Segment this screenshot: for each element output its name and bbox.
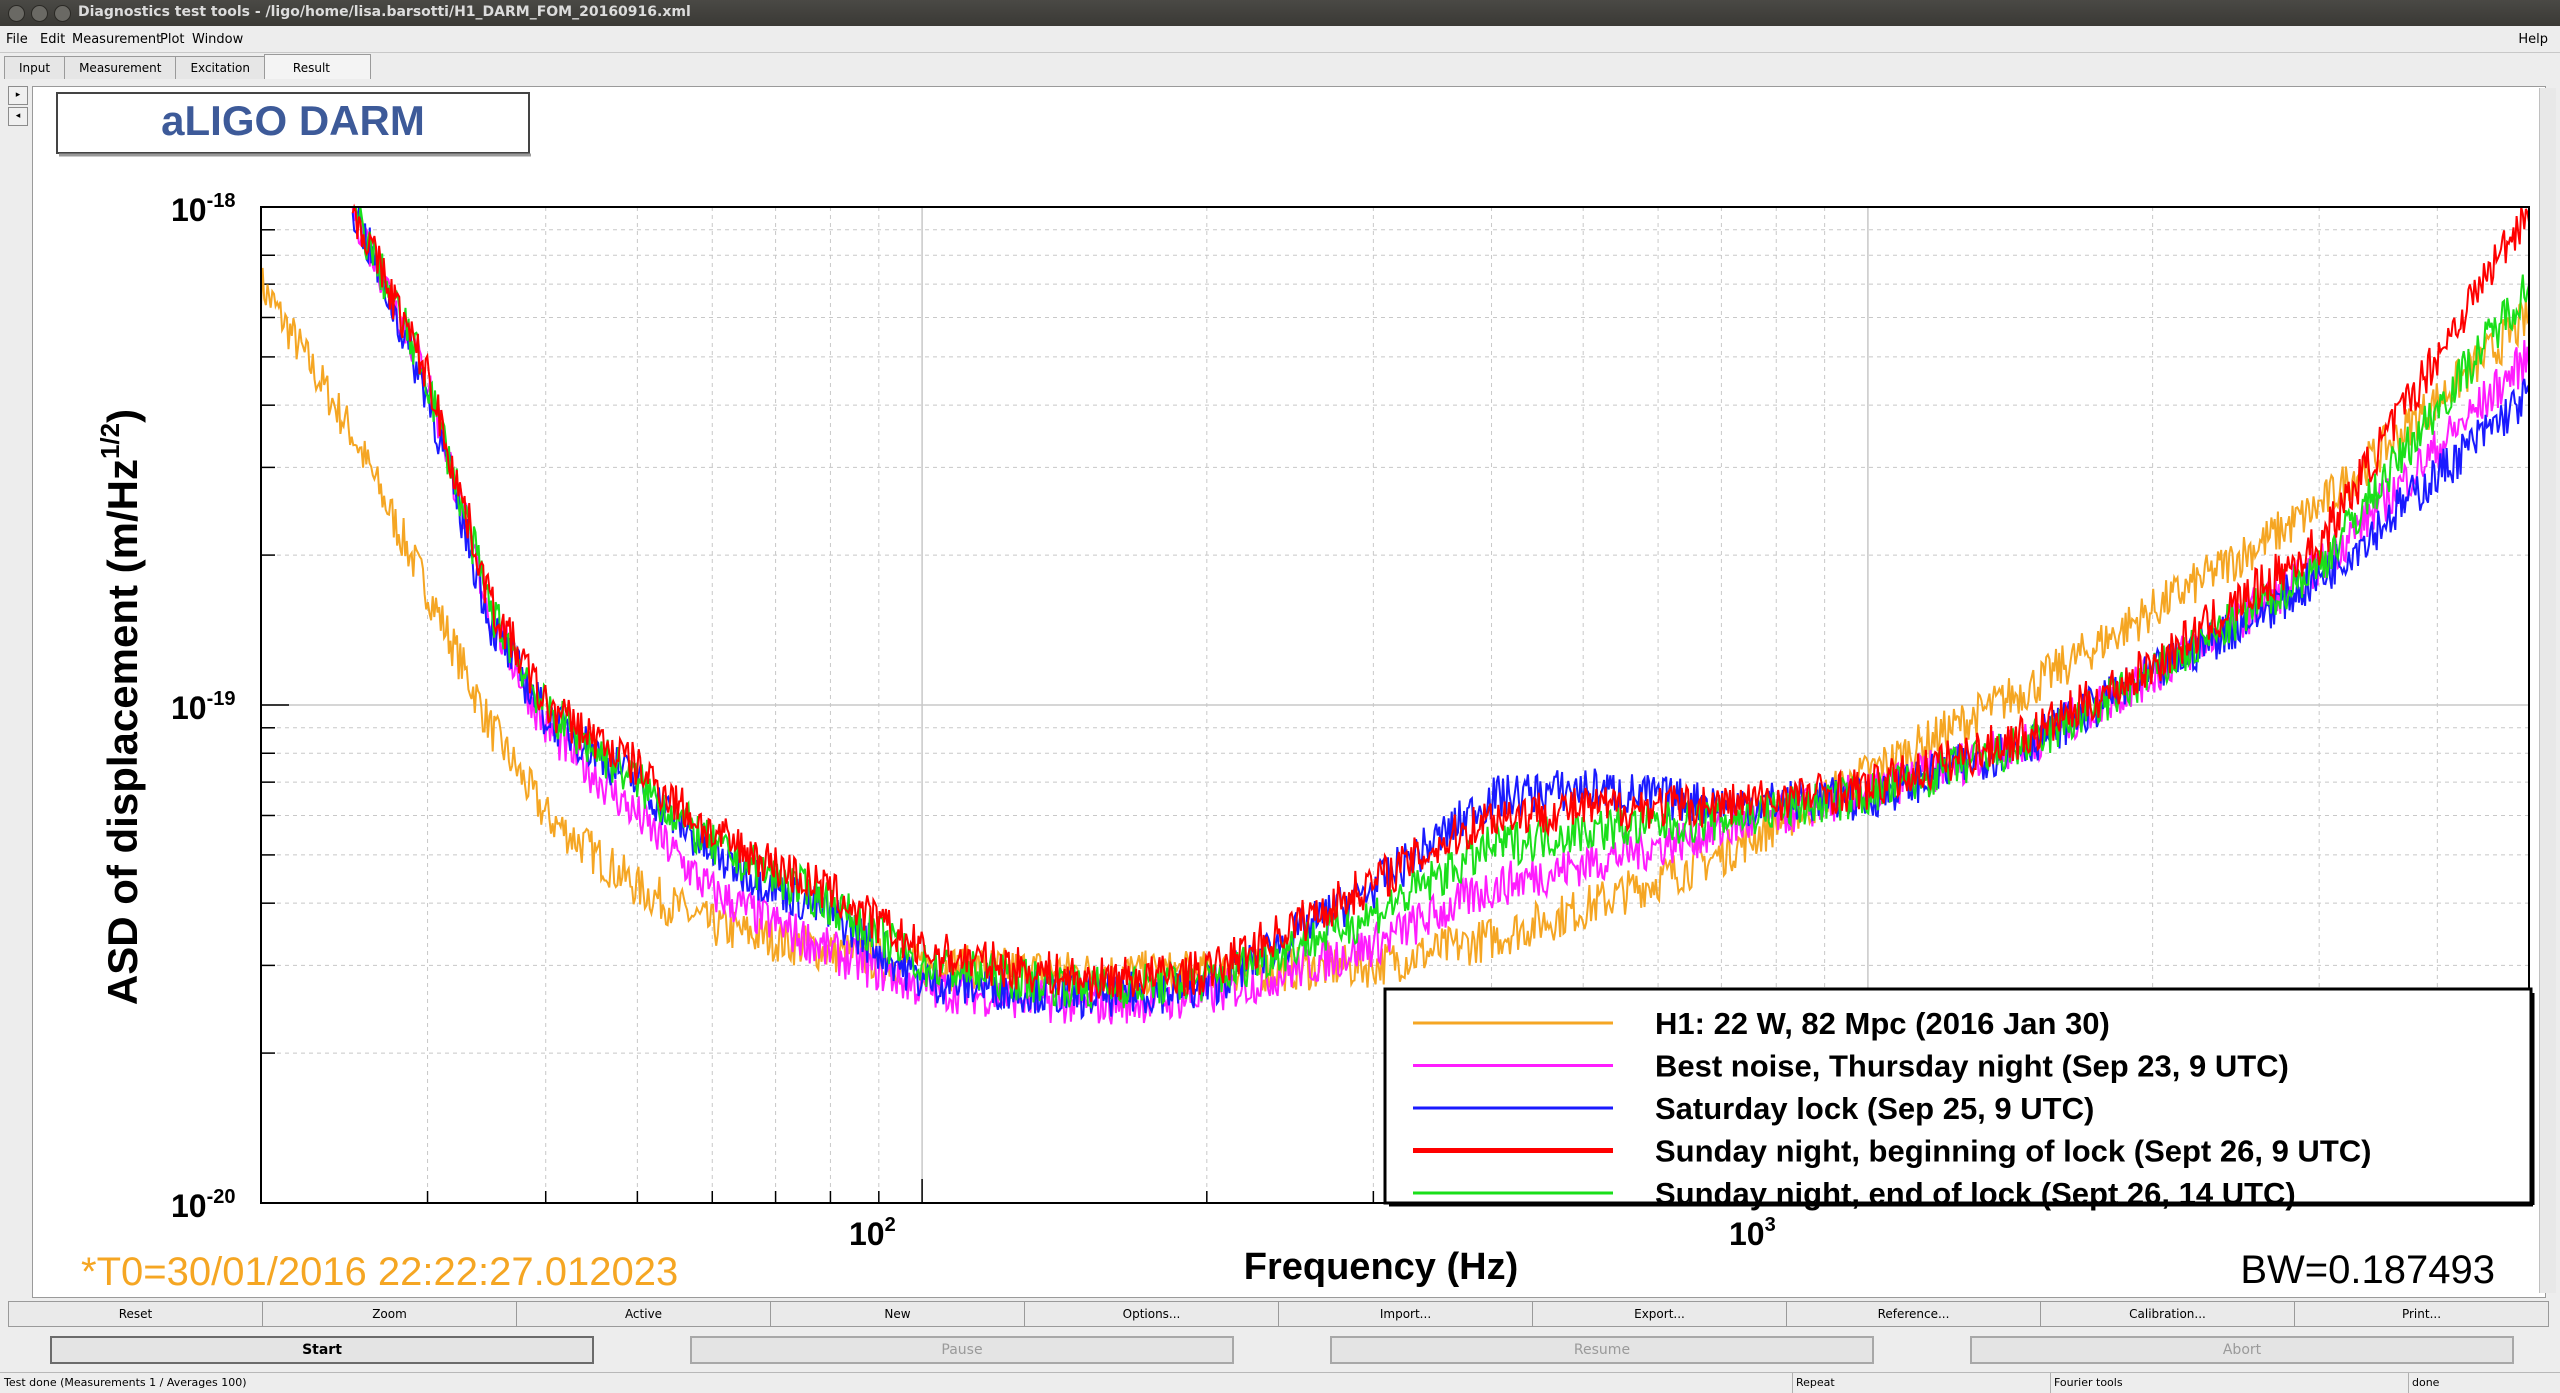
legend-label: H1: 22 W, 82 Mpc (2016 Jan 30) bbox=[1655, 1006, 2110, 1041]
x-axis-label: Frequency (Hz) bbox=[1244, 1246, 1518, 1288]
x-tick-label: 102 bbox=[849, 1214, 896, 1252]
window-titlebar: Diagnostics test tools - /ligo/home/lisa… bbox=[0, 0, 2560, 26]
menubar: File Edit Measurement Plot Window Help bbox=[0, 26, 2560, 53]
asd-plot[interactable]: aLIGO DARM 10-18 10-19 10-20 102 103 ASD… bbox=[33, 87, 2545, 1297]
tab-result[interactable]: Result bbox=[263, 54, 371, 79]
start-button[interactable]: Start bbox=[50, 1336, 594, 1364]
window-title: Diagnostics test tools - /ligo/home/lisa… bbox=[78, 4, 691, 20]
plot-button-row: Reset Zoom Active New Options... Import.… bbox=[8, 1301, 2549, 1327]
resume-button[interactable]: Resume bbox=[1330, 1336, 1874, 1364]
run-button-row: Start Pause Resume Abort bbox=[0, 1336, 2560, 1366]
export-button[interactable]: Export... bbox=[1532, 1301, 1787, 1327]
expand-left-icon[interactable]: ◂ bbox=[8, 107, 28, 126]
legend-label: Sunday night, end of lock (Sept 26, 14 U… bbox=[1655, 1176, 2296, 1211]
pause-button[interactable]: Pause bbox=[690, 1336, 1234, 1364]
plot-title: aLIGO DARM bbox=[161, 97, 425, 144]
tab-strip: Input Measurement Excitation Result bbox=[4, 54, 371, 80]
status-message: Test done (Measurements 1 / Averages 100… bbox=[4, 1376, 247, 1389]
y-tick-label: 10-18 bbox=[171, 190, 236, 228]
y-tick-label: 10-19 bbox=[171, 688, 236, 726]
zoom-button[interactable]: Zoom bbox=[262, 1301, 517, 1327]
menu-help[interactable]: Help bbox=[2518, 32, 2548, 47]
vertical-scrollbar[interactable] bbox=[2539, 88, 2556, 1293]
print-button[interactable]: Print... bbox=[2294, 1301, 2549, 1327]
close-window-button[interactable] bbox=[8, 5, 25, 22]
tab-input[interactable]: Input bbox=[4, 56, 66, 79]
legend-label: Saturday lock (Sep 25, 9 UTC) bbox=[1655, 1091, 2094, 1126]
status-done: done bbox=[2412, 1376, 2440, 1389]
minimize-window-button[interactable] bbox=[31, 5, 48, 22]
plot-canvas[interactable]: aLIGO DARM 10-18 10-19 10-20 102 103 ASD… bbox=[32, 86, 2546, 1298]
reference-button[interactable]: Reference... bbox=[1786, 1301, 2041, 1327]
calibration-button[interactable]: Calibration... bbox=[2040, 1301, 2295, 1327]
tab-measurement[interactable]: Measurement bbox=[64, 56, 177, 79]
y-tick-label: 10-20 bbox=[171, 1186, 236, 1224]
status-fourier-tools: Fourier tools bbox=[2054, 1376, 2123, 1389]
menu-plot[interactable]: Plot bbox=[160, 32, 185, 47]
menu-window[interactable]: Window bbox=[192, 32, 243, 47]
active-button[interactable]: Active bbox=[516, 1301, 771, 1327]
legend-label: Sunday night, beginning of lock (Sept 26… bbox=[1655, 1134, 2371, 1169]
tab-excitation[interactable]: Excitation bbox=[175, 56, 265, 79]
t0-label: *T0=30/01/2016 22:22:27.012023 bbox=[81, 1250, 678, 1294]
plot-series bbox=[260, 203, 2530, 1025]
menu-measurement[interactable]: Measurement bbox=[72, 32, 161, 47]
plot-legend: H1: 22 W, 82 Mpc (2016 Jan 30) Best noise… bbox=[1383, 987, 2535, 1211]
y-axis-label: ASD of displacement (m/Hz1/2) bbox=[95, 409, 146, 1005]
side-arrows: ▸ ◂ bbox=[8, 86, 28, 128]
new-button[interactable]: New bbox=[770, 1301, 1025, 1327]
status-bar: Test done (Measurements 1 / Averages 100… bbox=[0, 1372, 2560, 1393]
bw-label: BW=0.187493 bbox=[2240, 1248, 2495, 1292]
y-tick-labels: 10-18 10-19 10-20 bbox=[171, 190, 236, 1224]
x-tick-label: 103 bbox=[1729, 1214, 1776, 1252]
series-line bbox=[352, 206, 2530, 1010]
series-line bbox=[351, 206, 2530, 1021]
status-repeat: Repeat bbox=[1796, 1376, 1835, 1389]
expand-right-icon[interactable]: ▸ bbox=[8, 86, 28, 105]
options-button[interactable]: Options... bbox=[1024, 1301, 1279, 1327]
import-button[interactable]: Import... bbox=[1278, 1301, 1533, 1327]
menu-file[interactable]: File bbox=[6, 32, 28, 47]
reset-button[interactable]: Reset bbox=[8, 1301, 263, 1327]
abort-button[interactable]: Abort bbox=[1970, 1336, 2514, 1364]
legend-label: Best noise, Thursday night (Sep 23, 9 UT… bbox=[1655, 1049, 2289, 1084]
maximize-window-button[interactable] bbox=[54, 5, 71, 22]
menu-edit[interactable]: Edit bbox=[40, 32, 65, 47]
